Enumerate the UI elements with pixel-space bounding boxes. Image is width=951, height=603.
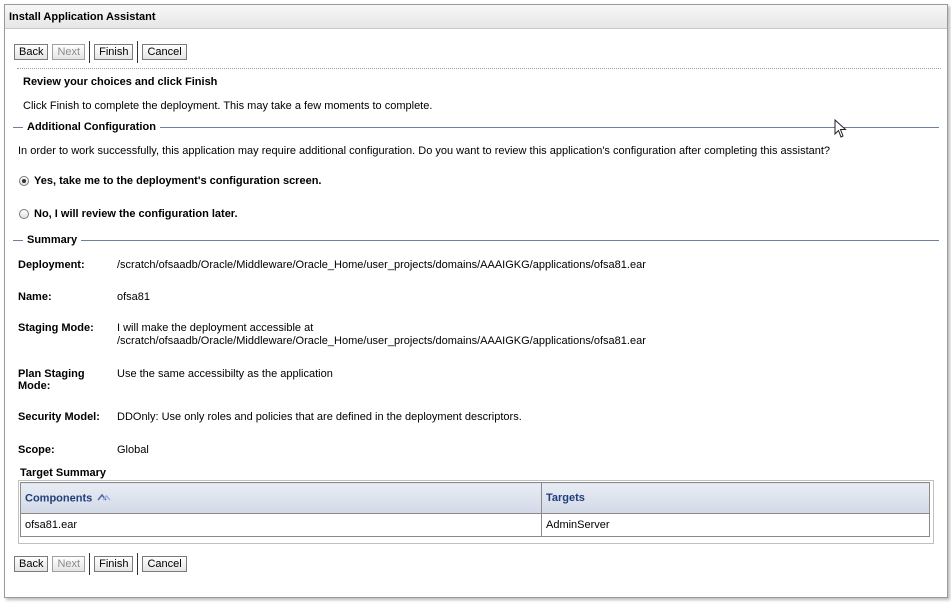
additional-config-title: Additional Configuration [27, 121, 156, 133]
mouse-pointer-icon [834, 118, 848, 142]
name-label: Name: [18, 291, 52, 303]
window-title: Install Application Assistant [5, 5, 947, 29]
target-cell: AdminServer [541, 513, 930, 537]
next-button[interactable]: Next [52, 44, 86, 60]
deployment-value: /scratch/ofsaadb/Oracle/Middleware/Oracl… [117, 259, 646, 271]
review-heading: Review your choices and click Finish [23, 76, 218, 88]
finish-button[interactable]: Finish [94, 44, 134, 60]
button-separator [137, 41, 139, 63]
button-separator [89, 41, 91, 63]
staging-mode-value-2: /scratch/ofsaadb/Oracle/Middleware/Oracl… [117, 335, 646, 347]
component-cell: ofsa81.ear [20, 513, 542, 537]
finish-button[interactable]: Finish [94, 556, 134, 572]
table-header-row: Components Targets [20, 482, 930, 514]
table-row: ofsa81.ear AdminServer [20, 513, 930, 537]
divider [17, 68, 941, 69]
components-column-header[interactable]: Components [20, 482, 542, 514]
back-button[interactable]: Back [14, 556, 49, 572]
staging-mode-value-1: I will make the deployment accessible at [117, 322, 314, 334]
button-separator [137, 553, 139, 575]
config-question: In order to work successfully, this appl… [18, 145, 831, 157]
bottom-button-bar: Back Next Finish Cancel [14, 553, 191, 575]
name-value: ofsa81 [117, 291, 151, 303]
next-button[interactable]: Next [52, 556, 86, 572]
top-button-bar: Back Next Finish Cancel [14, 41, 191, 63]
radio-yes-label[interactable]: Yes, take me to the deployment's configu… [34, 175, 321, 187]
sort-ascending-icon[interactable] [97, 492, 111, 505]
scope-label: Scope: [18, 444, 55, 456]
additional-config-header: Additional Configuration [13, 121, 939, 133]
back-button[interactable]: Back [14, 44, 49, 60]
radio-no-config[interactable] [19, 209, 29, 219]
target-summary-title: Target Summary [20, 467, 106, 479]
scope-value: Global [117, 444, 149, 456]
install-assistant-window: Install Application Assistant Back Next … [4, 4, 948, 598]
security-model-label: Security Model: [18, 411, 100, 423]
staging-mode-label: Staging Mode: [18, 322, 94, 334]
targets-column-header: Targets [541, 482, 930, 514]
security-model-value: DDOnly: Use only roles and policies that… [117, 411, 522, 423]
summary-title: Summary [27, 234, 78, 246]
cancel-button[interactable]: Cancel [142, 556, 187, 572]
radio-no-label[interactable]: No, I will review the configuration late… [34, 208, 238, 220]
plan-staging-mode-label: Plan Staging Mode: [18, 368, 85, 392]
deployment-label: Deployment: [18, 259, 85, 271]
cancel-button[interactable]: Cancel [142, 44, 187, 60]
button-separator [89, 553, 91, 575]
target-summary-table: Components Targets ofsa81.ear AdminServe… [20, 482, 930, 537]
components-header-label[interactable]: Components [25, 492, 92, 504]
summary-header: Summary [13, 234, 939, 246]
review-description: Click Finish to complete the deployment.… [23, 100, 433, 112]
radio-yes-config[interactable] [19, 176, 29, 186]
plan-staging-mode-value: Use the same accessibilty as the applica… [117, 368, 333, 380]
